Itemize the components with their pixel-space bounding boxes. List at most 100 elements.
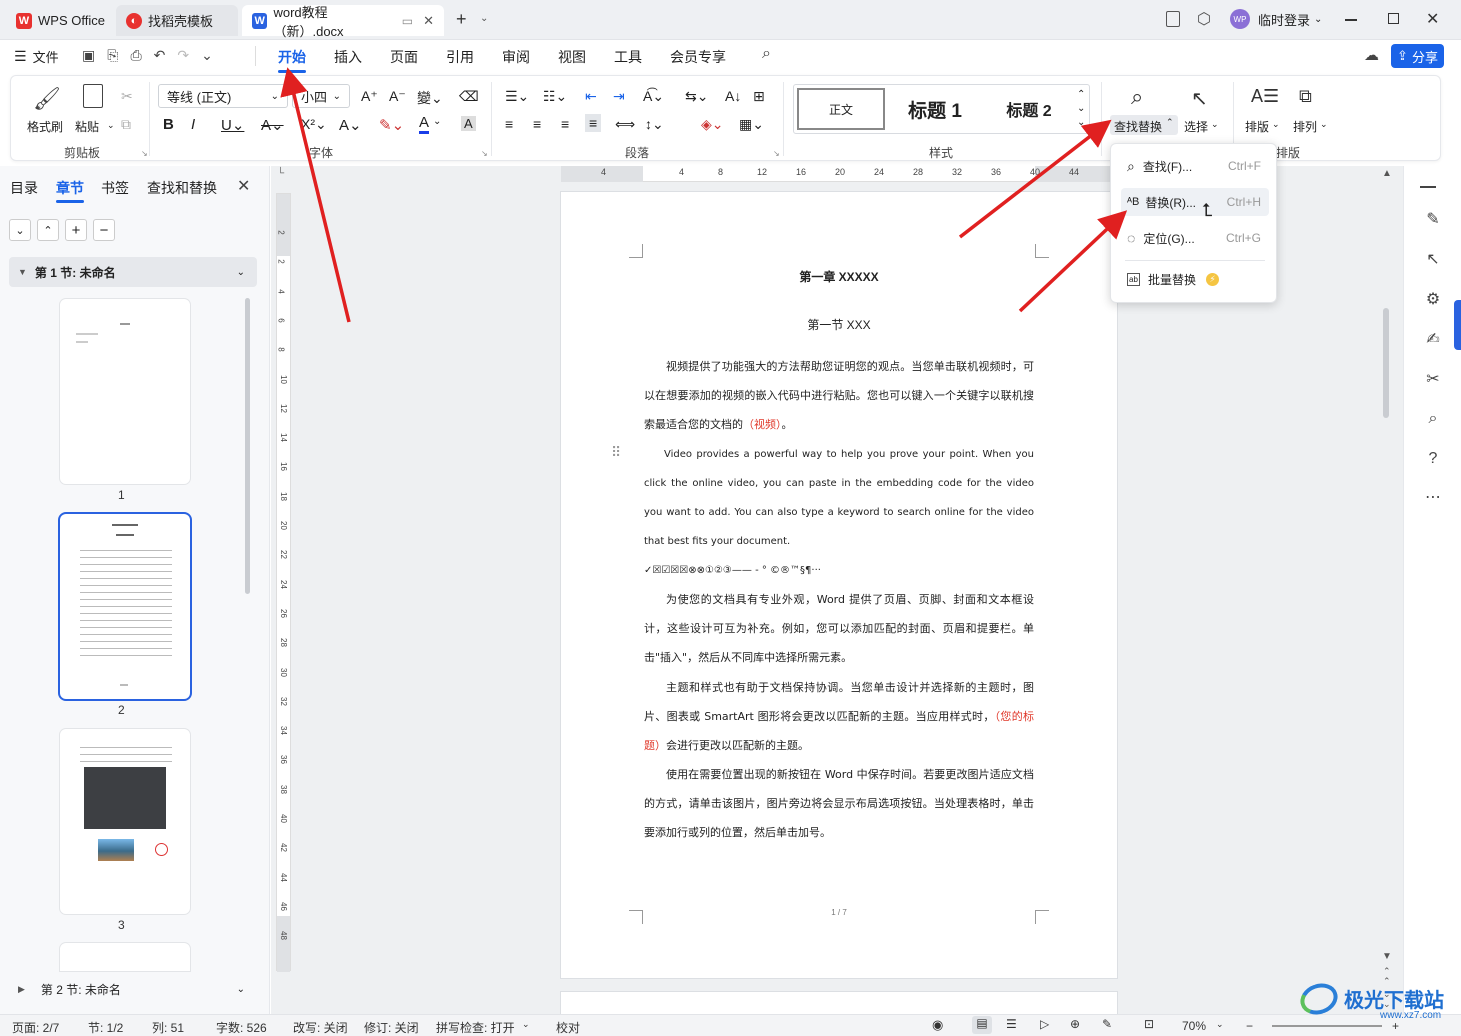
chevron-down-icon[interactable]: ⌄ xyxy=(1320,119,1328,130)
select-arrow-icon[interactable]: ↖ xyxy=(1422,248,1444,270)
paste-button[interactable]: 粘贴 xyxy=(75,118,99,135)
side-tab-handle[interactable] xyxy=(1454,300,1461,350)
settings-sliders-icon[interactable]: ⚙ xyxy=(1422,288,1444,310)
expand-down-button[interactable]: ⌄ xyxy=(9,219,31,241)
font-color-icon[interactable]: A xyxy=(419,114,430,134)
vertical-ruler[interactable]: 2 2 4 6 8 10 12 14 16 18 20 22 24 26 28 30 32 34 36 38 40 42 4… xyxy=(276,193,291,972)
menu-page[interactable]: 页面 xyxy=(390,47,418,67)
bold-icon[interactable]: B xyxy=(163,116,174,133)
save-icon[interactable]: ▣ xyxy=(82,47,107,63)
minimize-icon[interactable] xyxy=(1345,19,1357,21)
status-section[interactable]: 节: 1/2 xyxy=(88,1019,123,1036)
page-view-icon[interactable]: ▤ xyxy=(972,1016,992,1034)
dialog-launcher-icon[interactable]: ↘ xyxy=(773,149,780,158)
menu-item-goto[interactable]: ◌ 定位(G)... Ctrl+G xyxy=(1121,224,1269,252)
book-search-icon[interactable]: ⌕ xyxy=(1422,408,1444,430)
close-window-icon[interactable]: ✕ xyxy=(1426,9,1439,29)
status-revision[interactable]: 修订: 关闭 xyxy=(364,1019,419,1036)
paragraph-4[interactable]: 主题和样式也有助于文档保持协调。当您单击设计并选择新的主题时，图片、图表或 Sm… xyxy=(644,673,1034,760)
select-button[interactable]: 选择 xyxy=(1184,118,1208,135)
redo-icon[interactable]: ↷ xyxy=(177,47,201,63)
paragraph-2[interactable]: Video provides a powerful way to help yo… xyxy=(644,440,1034,556)
select-cursor-icon[interactable]: ↖ xyxy=(1191,86,1208,111)
tab-find-replace[interactable]: 查找和替换 xyxy=(147,178,217,198)
page-thumbnail-4[interactable] xyxy=(60,943,190,971)
chinese-layout-icon[interactable]: A͡⌄ xyxy=(643,88,664,105)
show-marks-icon[interactable]: ⊞ xyxy=(753,88,765,105)
print-preview-icon[interactable]: ⎙ xyxy=(130,47,153,63)
chevron-down-icon[interactable]: ⌄ xyxy=(480,13,488,24)
copy-icon[interactable]: ⧉ xyxy=(121,116,131,133)
status-page[interactable]: 页面: 2/7 xyxy=(12,1019,59,1036)
zoom-slider[interactable] xyxy=(1272,1025,1382,1027)
find-replace-button[interactable]: 查找替换 ⌃ xyxy=(1110,115,1178,135)
tab-sections[interactable]: 章节 xyxy=(56,178,84,198)
more-icon[interactable]: ⋯ xyxy=(1422,486,1444,508)
eye-icon[interactable]: ◉ xyxy=(932,1017,943,1033)
pen-icon[interactable]: ✎ xyxy=(1422,208,1444,230)
export-icon[interactable]: ⎘ xyxy=(107,47,130,63)
shrink-font-icon[interactable]: A⁻ xyxy=(389,88,406,105)
border-icon[interactable]: ▦⌄ xyxy=(739,116,764,133)
drag-handle-icon[interactable]: ⠿ xyxy=(611,444,621,461)
align-left-icon[interactable]: ≡ xyxy=(505,116,513,132)
find-replace-icon[interactable]: ⌕ xyxy=(1131,84,1143,110)
menu-tools[interactable]: 工具 xyxy=(614,47,642,67)
superscript-icon[interactable]: X²⌄ xyxy=(301,116,327,133)
font-size-select[interactable]: 小四 ⌄ xyxy=(292,84,350,108)
line-spacing-icon[interactable]: ↕⌄ xyxy=(645,116,664,133)
highlight-icon[interactable]: ✎⌄ xyxy=(379,116,404,134)
order-icon[interactable]: ⧉ xyxy=(1299,86,1312,107)
dialog-launcher-icon[interactable]: ↘ xyxy=(141,149,148,158)
scroll-down-icon[interactable]: ▼ xyxy=(1382,951,1392,962)
style-normal[interactable]: 正文 xyxy=(797,88,885,130)
horizontal-ruler[interactable]: 4 4 8 12 16 20 24 28 32 36 40 44 xyxy=(561,166,1117,182)
undo-icon[interactable]: ↶ xyxy=(154,47,178,63)
outline-view-icon[interactable]: ☰ xyxy=(1006,1017,1017,1031)
symbols-line[interactable]: ✓☒☑☒☒⊗⊗①②③—— - ° ©®™§¶··· xyxy=(644,556,1034,585)
file-menu[interactable]: ☰ 文件 xyxy=(14,47,59,66)
status-proofread[interactable]: 校对 xyxy=(556,1019,580,1036)
arrange-button[interactable]: 排版 xyxy=(1245,118,1269,135)
phonetic-icon[interactable]: 變⌄ xyxy=(417,88,443,108)
close-pane-icon[interactable]: ✕ xyxy=(237,176,250,196)
cube-icon[interactable]: ⬡ xyxy=(1197,9,1211,29)
bullet-list-icon[interactable]: ☰⌄ xyxy=(505,88,529,105)
menu-item-batch-replace[interactable]: ab 批量替换 ⚡ xyxy=(1121,265,1269,293)
menu-view[interactable]: 视图 xyxy=(558,47,586,67)
increase-indent-icon[interactable]: ⇥ xyxy=(613,88,625,105)
dialog-launcher-icon[interactable]: ↘ xyxy=(481,149,488,158)
chevron-down-icon[interactable]: ⌄ xyxy=(1272,119,1280,130)
cut-icon[interactable]: ✂ xyxy=(121,88,133,105)
styles-scroll-icon[interactable]: ⌃ ⌄ ⌄ xyxy=(1077,88,1085,130)
justify-icon[interactable]: ≡ xyxy=(585,114,602,132)
search-icon[interactable]: ⌕ xyxy=(762,45,771,63)
style-heading1[interactable]: 标题 1 xyxy=(893,88,977,130)
share-button[interactable]: ⇪ 分享 xyxy=(1391,44,1444,68)
numbered-list-icon[interactable]: ☷⌄ xyxy=(543,88,567,105)
pen-view-icon[interactable]: ✎ xyxy=(1102,1017,1112,1031)
menu-member[interactable]: 会员专享 xyxy=(670,47,726,67)
tab-wps-office[interactable]: W WPS Office xyxy=(6,5,115,36)
expand-up-button[interactable]: ⌃ xyxy=(37,219,59,241)
tab-document[interactable]: W word教程（新）.docx ▭ ✕ xyxy=(242,5,444,39)
format-painter-icon[interactable]: 🖌 xyxy=(33,86,61,112)
sort-icon[interactable]: A↓ xyxy=(725,88,741,104)
web-view-icon[interactable]: ⊕ xyxy=(1070,1017,1080,1031)
distribute-icon[interactable]: ⟺ xyxy=(615,116,635,133)
status-column[interactable]: 列: 51 xyxy=(152,1019,184,1036)
clear-format-icon[interactable]: ⌫ xyxy=(459,88,479,105)
login-button[interactable]: WP 临时登录 ⌄ xyxy=(1230,9,1322,29)
section-1-header[interactable]: ▼ 第 1 节: 未命名 ⌄ xyxy=(9,257,257,287)
font-family-select[interactable]: 等线 (正文) ⌄ xyxy=(158,84,288,108)
grow-font-icon[interactable]: A⁺ xyxy=(361,88,378,105)
menu-insert[interactable]: 插入 xyxy=(334,47,362,67)
add-section-button[interactable]: + xyxy=(65,219,87,241)
pane-scrollbar[interactable] xyxy=(245,298,250,594)
play-icon[interactable]: ▷ xyxy=(1040,1017,1049,1031)
menu-item-find[interactable]: ⌕ 查找(F)... Ctrl+F xyxy=(1121,152,1269,180)
format-painter-button[interactable]: 格式刷 xyxy=(27,118,63,135)
arrange-icon[interactable]: A☰ xyxy=(1251,86,1279,107)
cloud-icon[interactable]: ☁ xyxy=(1364,46,1379,64)
ruler-corner-icon[interactable]: └ xyxy=(277,168,284,179)
